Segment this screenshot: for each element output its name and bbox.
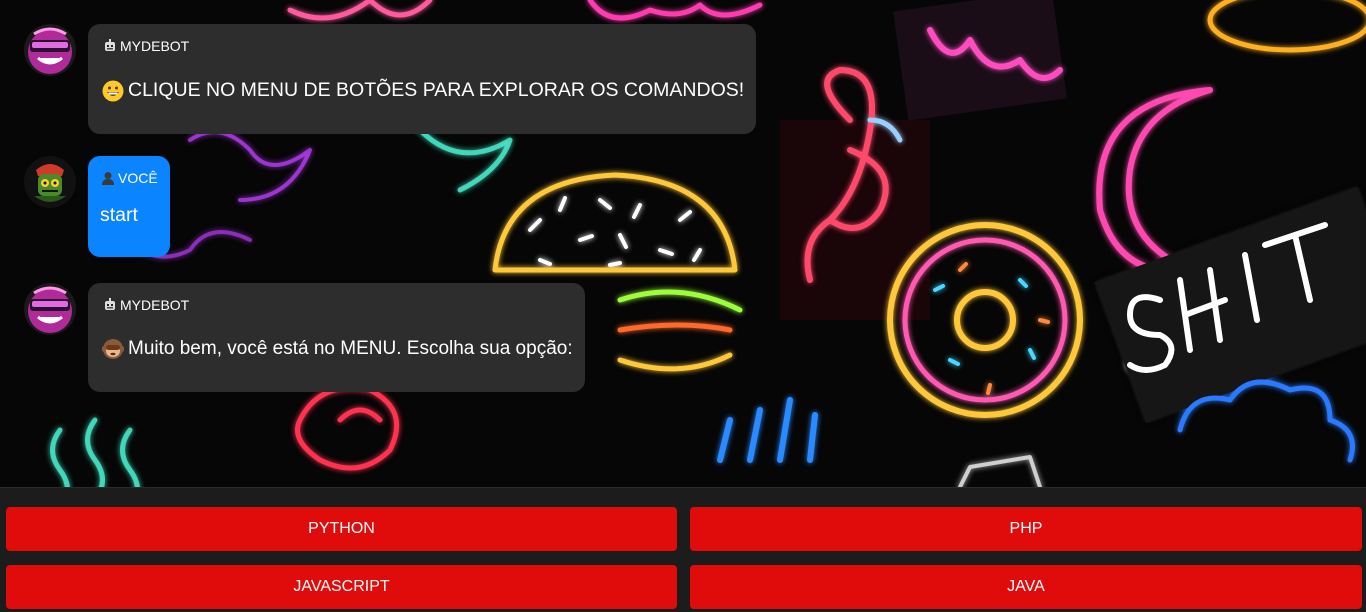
java-button[interactable]: JAVA [690, 565, 1362, 609]
message-sender: VOCÊ [100, 168, 158, 188]
message-sender: MYDEBOT [102, 36, 744, 56]
message-text: start [100, 204, 138, 226]
robot-icon [102, 38, 118, 54]
message-sender: MYDEBOT [102, 295, 573, 315]
php-button[interactable]: PHP [690, 507, 1362, 551]
message-text: Muito bem, você está no MENU. Escolha su… [128, 338, 573, 359]
sender-name: MYDEBOT [120, 38, 190, 54]
grinning-face-emoji [102, 80, 124, 102]
bot-message-bubble: MYDEBOT Muito bem, você está no MENU. Es… [88, 283, 585, 392]
user-message-bubble: VOCÊ start [88, 156, 170, 257]
sender-name: MYDEBOT [120, 297, 190, 313]
person-icon [100, 170, 116, 186]
robot-icon [102, 297, 118, 313]
message-text-row: CLIQUE NO MENU DE BOTÕES PARA EXPLORAR O… [102, 79, 744, 134]
button-menu-panel: PYTHON PHP JAVASCRIPT JAVA [0, 487, 1366, 612]
bot-avatar [24, 283, 76, 335]
javascript-button[interactable]: JAVASCRIPT [6, 565, 677, 609]
message-text: CLIQUE NO MENU DE BOTÕES PARA EXPLORAR O… [128, 79, 745, 101]
python-button[interactable]: PYTHON [6, 507, 677, 551]
bot-avatar [24, 24, 76, 76]
monkey-emoji [101, 338, 125, 360]
chat-message: MYDEBOT Muito bem, você está no MENU. Es… [24, 283, 585, 392]
user-avatar [24, 156, 76, 208]
message-text-row: Muito bem, você está no MENU. Escolha su… [101, 338, 573, 392]
sender-name: VOCÊ [118, 170, 158, 186]
chat-message: MYDEBOT CLIQUE NO MENU DE BOTÕES PARA EX… [24, 24, 757, 134]
chat-area[interactable]: MYDEBOT CLIQUE NO MENU DE BOTÕES PARA EX… [0, 0, 1366, 487]
bot-message-bubble: MYDEBOT CLIQUE NO MENU DE BOTÕES PARA EX… [88, 24, 757, 134]
chat-message: VOCÊ start [24, 156, 170, 257]
message-text-row: start [100, 204, 158, 257]
